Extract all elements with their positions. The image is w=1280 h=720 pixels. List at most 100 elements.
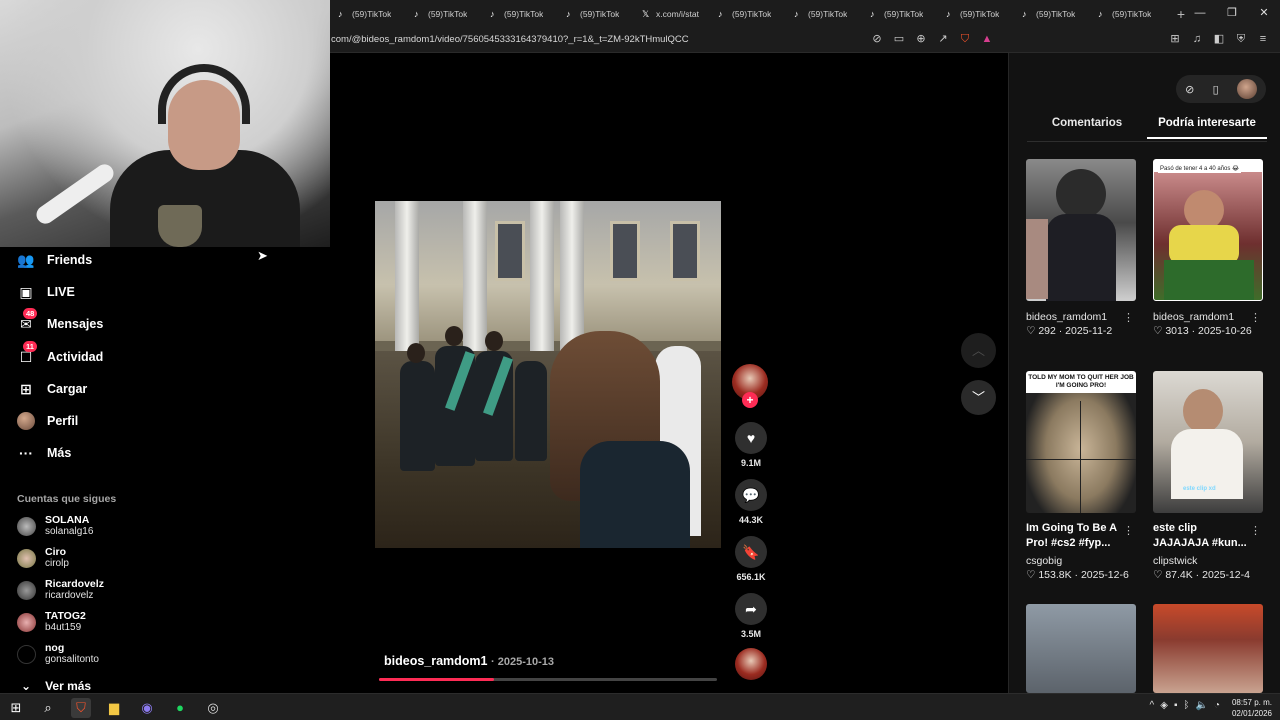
browser-tab[interactable]: ♪ (59)TikTok [1014,0,1090,27]
video-card[interactable]: TOLD MY MOM TO QUIT HER JOB I'M GOING PR… [1026,371,1138,581]
follow-plus-icon[interactable]: + [742,392,758,408]
tab-recommended[interactable]: Podría interesarte [1147,117,1267,139]
restore-icon[interactable]: ❐ [1216,0,1248,27]
following-item[interactable]: Ricardovelz ricardovelz [17,577,104,603]
sidebar-item-profile[interactable]: Perfil [17,410,78,432]
windows-start-icon[interactable]: ⊞ [6,698,26,718]
browser-tab[interactable]: ♪ (59)TikTok [330,0,406,27]
volume-icon[interactable]: 🔈 [1196,700,1208,711]
more-vertical-icon[interactable]: ⋮ [1123,311,1134,324]
browser-tab[interactable]: ♪ (59)TikTok [482,0,558,27]
sidebar-item-more[interactable]: ··· Más [17,442,71,464]
card-username[interactable]: bideos_ramdom1 [1026,311,1138,323]
like-button[interactable]: ♥ 9.1M [732,422,770,468]
music-icon[interactable]: ♫ [1190,31,1204,47]
sidebar-item-upload[interactable]: ⊞ Cargar [17,378,87,400]
card-username[interactable]: clipstwick [1153,555,1265,567]
share-arrow-icon: ➦ [735,593,767,625]
video-author[interactable]: bideos_ramdom1 [384,654,488,668]
following-item[interactable]: SOLANA solanalg16 [17,513,93,539]
cast-icon[interactable]: ▭ [892,31,906,47]
brave-shield-icon[interactable]: ⛉ [958,31,972,47]
card-title[interactable]: este clip JAJAJAJA #kun... [1153,521,1253,551]
brave-rewards-icon[interactable]: ▲ [980,31,994,47]
browser-tab[interactable]: ♪ (59)TikTok [862,0,938,27]
video-card[interactable] [1026,604,1138,693]
zoom-icon[interactable]: ⊕ [914,31,928,47]
system-tray: ^ ◈ ▪ ᛒ 🔈 ◔ [1150,700,1220,711]
browser-tab[interactable]: ♪ (59)TikTok [1090,0,1166,27]
previous-video-button[interactable]: ︿ [961,333,996,368]
browser-tab[interactable]: 𝕏x.com/i/stat [634,0,710,27]
card-username[interactable]: bideos_ramdom1 [1153,311,1265,323]
spotify-icon[interactable]: ● [170,698,190,718]
more-vertical-icon[interactable]: ⋮ [1123,524,1134,537]
video-progress-bar[interactable] [379,678,717,681]
browser-tab[interactable]: ♪ (59)TikTok [786,0,862,27]
video-thumbnail[interactable]: este clip xd [1153,371,1263,513]
discord-icon[interactable]: ◉ [137,698,157,718]
phone-icon[interactable]: ▯ [1213,83,1219,96]
more-vertical-icon[interactable]: ⋮ [1250,524,1261,537]
video-thumbnail[interactable] [1153,604,1263,693]
video-player[interactable] [375,201,721,548]
comment-button[interactable]: 💬 44.3K [732,479,770,525]
video-card[interactable]: bideos_ramdom1 ♡ 292 · 2025-11-2 ⋮ [1026,159,1138,337]
user-avatar[interactable] [1236,79,1257,99]
card-title[interactable]: Im Going To Be A Pro! #cs2 #fyp... [1026,521,1126,551]
minimize-icon[interactable]: — [1184,0,1216,27]
video-card[interactable] [1153,604,1265,693]
share-button[interactable]: ➦ 3.5M [732,593,770,639]
video-thumbnail[interactable] [1026,159,1136,301]
mouse-cursor-icon: ➤ [257,248,268,263]
card-stats: ♡ 87.4K · 2025-12-4 [1153,569,1250,581]
network-icon[interactable]: ◈ [1160,700,1168,711]
tab-divider [1027,141,1267,142]
sound-avatar[interactable] [735,648,767,680]
browser-tab[interactable]: ♪ (59)TikTok [406,0,482,27]
sidebar-item-messages[interactable]: ✉ 48 Mensajes [17,308,103,335]
save-button[interactable]: 🔖 656.1K [732,536,770,582]
following-item[interactable]: TATOG2 b4ut159 [17,609,86,635]
sidebar-toggle-icon[interactable]: ⊞ [1168,31,1182,47]
close-icon[interactable]: ✕ [1248,0,1280,27]
app-tray-icon[interactable]: ▪ [1174,700,1178,711]
video-thumbnail[interactable]: TOLD MY MOM TO QUIT HER JOB I'M GOING PR… [1026,371,1136,513]
compass-icon[interactable]: ⊘ [1185,83,1194,96]
search-icon[interactable]: ⌕ [38,698,58,718]
sidebar-item-live[interactable]: ▣ LIVE [17,281,74,303]
browser-tab[interactable]: ♪ (59)TikTok [558,0,634,27]
video-thumbnail[interactable]: Pasó de tener 4 a 40 años 😂 [1153,159,1263,301]
url-text[interactable]: com/@bideos_ramdom1/video/75605453331643… [331,34,689,45]
following-item[interactable]: nog gonsalitonto [17,641,99,667]
thumb-banner: TOLD MY MOM TO QUIT HER JOB I'M GOING PR… [1026,371,1136,393]
see-more-button[interactable]: ⌄ Ver más [21,679,91,693]
wifi-icon[interactable]: ◔ [1214,700,1220,711]
menu-icon[interactable]: ≡ [1256,31,1270,47]
split-view-icon[interactable]: ◧ [1212,31,1226,47]
tab-comments[interactable]: Comentarios [1027,117,1147,139]
chevron-up-icon[interactable]: ^ [1150,700,1155,711]
brave-browser-icon[interactable]: ⛉ [71,698,91,718]
bluetooth-icon[interactable]: ᛒ [1184,700,1190,711]
following-item[interactable]: Ciro cirolp [17,545,69,571]
vpn-icon[interactable]: ⛨ [1234,31,1248,47]
avatar [17,644,36,664]
card-username[interactable]: csgobig [1026,555,1138,567]
share-icon[interactable]: ↗ [936,31,950,47]
sidebar-item-friends[interactable]: 👥 Friends [17,249,92,271]
taskbar: ⊞ ⌕ ⛉ ▆ ◉ ● ◎ ^ ◈ ▪ ᛒ 🔈 ◔ 08:57 p. m. 02… [0,693,1280,720]
video-card[interactable]: Pasó de tener 4 a 40 años 😂 bideos_ramdo… [1153,159,1265,337]
taskbar-clock[interactable]: 08:57 p. m. 02/01/2026 [1232,697,1272,719]
browser-tab[interactable]: ♪ (59)TikTok [710,0,786,27]
video-thumbnail[interactable] [1026,604,1136,693]
obs-icon[interactable]: ◎ [203,698,223,718]
more-vertical-icon[interactable]: ⋮ [1250,311,1261,324]
file-explorer-icon[interactable]: ▆ [104,698,124,718]
browser-tab[interactable]: ♪ (59)TikTok [938,0,1014,27]
address-bar: com/@bideos_ramdom1/video/75605453331643… [330,27,1280,53]
no-video-icon[interactable]: ⊘ [870,31,884,47]
next-video-button[interactable]: ﹀ [961,380,996,415]
video-card[interactable]: este clip xd este clip JAJAJAJA #kun... … [1153,371,1265,581]
sidebar-item-activity[interactable]: ☐ 11 Actividad [17,341,103,368]
